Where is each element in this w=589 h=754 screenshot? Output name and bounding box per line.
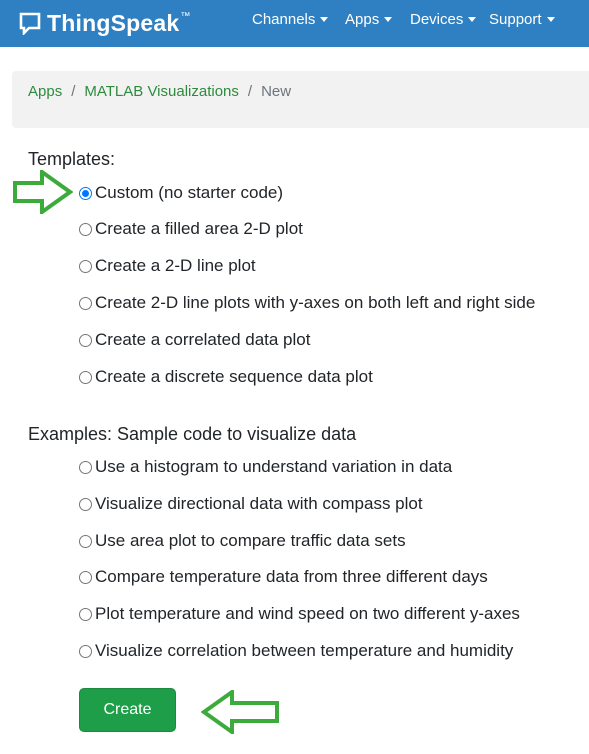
nav-menu-label: Channels: [252, 11, 316, 28]
templates-heading: Templates:: [28, 149, 116, 169]
option-label: Plot temperature and wind speed on two d…: [95, 604, 520, 623]
option-label: Create a correlated data plot: [95, 330, 311, 349]
thingspeak-logo[interactable]: ThingSpeak ™: [18, 8, 190, 38]
example-option-temperature-humidity-correlation[interactable]: Visualize correlation between temperatur…: [79, 640, 513, 662]
caret-down-icon: [468, 17, 477, 22]
radio-button[interactable]: [79, 644, 92, 658]
radio-button[interactable]: [79, 259, 92, 273]
radio-button[interactable]: [79, 607, 92, 621]
option-label: Visualize directional data with compass …: [95, 494, 423, 513]
option-label: Use a histogram to understand variation …: [95, 457, 453, 476]
nav-menu-support[interactable]: Support: [489, 11, 555, 28]
nav-menu-label: Apps: [345, 11, 380, 28]
radio-button[interactable]: [79, 497, 92, 511]
breadcrumb-separator: /: [247, 83, 253, 100]
radio-button[interactable]: [79, 333, 92, 347]
template-option-correlated-data-plot[interactable]: Create a correlated data plot: [79, 329, 310, 351]
option-label: Compare temperature data from three diff…: [95, 567, 488, 586]
breadcrumb-separator: /: [71, 83, 76, 100]
radio-button[interactable]: [79, 534, 92, 548]
template-option-custom[interactable]: Custom (no starter code): [79, 182, 283, 204]
nav-menu-devices[interactable]: Devices: [410, 11, 477, 28]
caret-down-icon: [320, 17, 329, 22]
examples-heading: Examples: Sample code to visualize data: [28, 424, 357, 444]
nav-menu-label: Devices: [410, 11, 464, 28]
speech-bubble-icon: [19, 12, 41, 35]
left-arrow-annotation-icon: [201, 690, 279, 734]
radio-button[interactable]: [79, 460, 92, 474]
breadcrumb-current: New: [261, 83, 292, 100]
option-label: Use area plot to compare traffic data se…: [95, 531, 406, 550]
example-option-compass-plot[interactable]: Visualize directional data with compass …: [79, 493, 423, 515]
nav-menu-label: Support: [489, 11, 542, 28]
breadcrumb-link-matlab-visualizations[interactable]: MATLAB Visualizations: [84, 83, 239, 100]
radio-button[interactable]: [79, 186, 92, 200]
nav-menu-apps[interactable]: Apps: [345, 11, 393, 28]
example-option-histogram[interactable]: Use a histogram to understand variation …: [79, 456, 452, 478]
caret-down-icon: [384, 17, 393, 22]
nav-menu-channels[interactable]: Channels: [252, 11, 329, 28]
trademark-symbol: ™: [180, 10, 191, 22]
option-label: Create a discrete sequence data plot: [95, 367, 373, 386]
option-label: Visualize correlation between temperatur…: [95, 641, 514, 660]
caret-down-icon: [546, 17, 555, 22]
option-label: Create 2-D line plots with y-axes on bot…: [95, 293, 536, 312]
option-label: Create a filled area 2-D plot: [95, 219, 303, 238]
radio-button[interactable]: [79, 222, 92, 236]
create-button[interactable]: Create: [79, 688, 176, 732]
template-option-discrete-sequence-plot[interactable]: Create a discrete sequence data plot: [79, 366, 373, 388]
example-option-area-plot-traffic[interactable]: Use area plot to compare traffic data se…: [79, 530, 406, 552]
breadcrumb-link-apps[interactable]: Apps: [28, 83, 62, 100]
example-option-temperature-wind-speed[interactable]: Plot temperature and wind speed on two d…: [79, 603, 520, 625]
example-option-compare-temperature[interactable]: Compare temperature data from three diff…: [79, 566, 488, 588]
radio-button[interactable]: [79, 370, 92, 384]
template-option-filled-area-plot[interactable]: Create a filled area 2-D plot: [79, 218, 303, 240]
template-option-dual-y-axes-line-plots[interactable]: Create 2-D line plots with y-axes on bot…: [79, 292, 535, 314]
right-arrow-annotation-icon: [13, 170, 73, 214]
brand-name: ThingSpeak: [47, 9, 180, 36]
template-option-line-plot[interactable]: Create a 2-D line plot: [79, 255, 256, 277]
top-navbar: ThingSpeak ™ Channels Apps Devices Suppo…: [0, 0, 589, 47]
radio-button[interactable]: [79, 296, 92, 310]
breadcrumb: Apps / MATLAB Visualizations / New: [12, 71, 589, 128]
option-label: Custom (no starter code): [95, 183, 284, 202]
option-label: Create a 2-D line plot: [95, 256, 256, 275]
radio-button[interactable]: [79, 570, 92, 584]
